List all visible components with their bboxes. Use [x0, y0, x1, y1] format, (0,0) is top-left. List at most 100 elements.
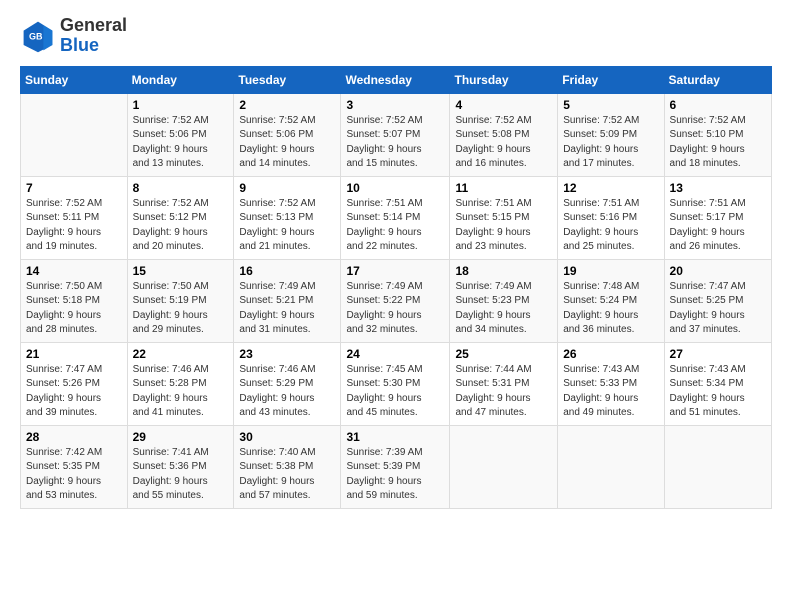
calendar-cell	[664, 425, 771, 508]
day-info: Sunrise: 7:52 AM Sunset: 5:08 PM Dayligh…	[455, 114, 552, 172]
logo: GB General Blue	[20, 16, 127, 56]
day-info: Sunrise: 7:48 AM Sunset: 5:24 PM Dayligh…	[563, 280, 658, 338]
day-number: 21	[26, 347, 122, 361]
calendar-cell: 17 Sunrise: 7:49 AM Sunset: 5:22 PM Dayli…	[341, 259, 450, 342]
day-number: 30	[239, 430, 335, 444]
day-info: Sunrise: 7:52 AM Sunset: 5:09 PM Dayligh…	[563, 114, 658, 172]
day-header-wednesday: Wednesday	[341, 66, 450, 93]
calendar-cell: 12Sunrise: 7:51 AM Sunset: 5:16 PM Dayli…	[558, 176, 664, 259]
day-number: 23	[239, 347, 335, 361]
day-number: 31	[346, 430, 444, 444]
calendar-cell: 31 Sunrise: 7:39 AM Sunset: 5:39 PM Dayli…	[341, 425, 450, 508]
day-info: Sunrise: 7:47 AM Sunset: 5:25 PM Dayligh…	[670, 280, 766, 338]
day-number: 22	[133, 347, 229, 361]
day-header-thursday: Thursday	[450, 66, 558, 93]
calendar-cell: 29 Sunrise: 7:41 AM Sunset: 5:36 PM Dayli…	[127, 425, 234, 508]
svg-text:GB: GB	[29, 31, 43, 41]
day-info: Sunrise: 7:52 AM Sunset: 5:06 PM Dayligh…	[239, 114, 335, 172]
calendar-cell	[558, 425, 664, 508]
day-number: 6	[670, 98, 766, 112]
day-header-saturday: Saturday	[664, 66, 771, 93]
header: GB General Blue	[20, 16, 772, 56]
day-number: 14	[26, 264, 122, 278]
day-info: Sunrise: 7:45 AM Sunset: 5:30 PM Dayligh…	[346, 363, 444, 421]
day-number: 18	[455, 264, 552, 278]
day-number: 15	[133, 264, 229, 278]
calendar-cell	[450, 425, 558, 508]
week-row-4: 21 Sunrise: 7:47 AM Sunset: 5:26 PM Dayli…	[21, 342, 772, 425]
week-row-5: 28Sunrise: 7:42 AM Sunset: 5:35 PM Dayli…	[21, 425, 772, 508]
day-number: 28	[26, 430, 122, 444]
day-info: Sunrise: 7:51 AM Sunset: 5:15 PM Dayligh…	[455, 197, 552, 255]
page: GB General Blue SundayMondayTuesdayWedne…	[0, 0, 792, 612]
header-row: SundayMondayTuesdayWednesdayThursdayFrid…	[21, 66, 772, 93]
day-info: Sunrise: 7:49 AM Sunset: 5:23 PM Dayligh…	[455, 280, 552, 338]
day-info: Sunrise: 7:39 AM Sunset: 5:39 PM Dayligh…	[346, 446, 444, 504]
day-header-sunday: Sunday	[21, 66, 128, 93]
day-info: Sunrise: 7:52 AM Sunset: 5:06 PM Dayligh…	[133, 114, 229, 172]
day-number: 13	[670, 181, 766, 195]
day-number: 2	[239, 98, 335, 112]
day-number: 9	[239, 181, 335, 195]
day-number: 16	[239, 264, 335, 278]
calendar-cell: 6Sunrise: 7:52 AM Sunset: 5:10 PM Daylig…	[664, 93, 771, 176]
calendar-cell: 15 Sunrise: 7:50 AM Sunset: 5:19 PM Dayli…	[127, 259, 234, 342]
calendar-cell: 20 Sunrise: 7:47 AM Sunset: 5:25 PM Dayli…	[664, 259, 771, 342]
day-number: 10	[346, 181, 444, 195]
day-number: 29	[133, 430, 229, 444]
calendar-cell: 9 Sunrise: 7:52 AM Sunset: 5:13 PM Daylig…	[234, 176, 341, 259]
day-number: 27	[670, 347, 766, 361]
day-info: Sunrise: 7:41 AM Sunset: 5:36 PM Dayligh…	[133, 446, 229, 504]
day-info: Sunrise: 7:52 AM Sunset: 5:13 PM Dayligh…	[239, 197, 335, 255]
day-info: Sunrise: 7:51 AM Sunset: 5:16 PM Dayligh…	[563, 197, 658, 255]
calendar-cell: 14 Sunrise: 7:50 AM Sunset: 5:18 PM Dayli…	[21, 259, 128, 342]
day-header-monday: Monday	[127, 66, 234, 93]
day-number: 25	[455, 347, 552, 361]
calendar-cell: 26 Sunrise: 7:43 AM Sunset: 5:33 PM Dayli…	[558, 342, 664, 425]
day-number: 26	[563, 347, 658, 361]
calendar-cell: 13Sunrise: 7:51 AM Sunset: 5:17 PM Dayli…	[664, 176, 771, 259]
day-info: Sunrise: 7:50 AM Sunset: 5:18 PM Dayligh…	[26, 280, 122, 338]
calendar-cell: 18 Sunrise: 7:49 AM Sunset: 5:23 PM Dayli…	[450, 259, 558, 342]
day-number: 24	[346, 347, 444, 361]
calendar-cell: 3 Sunrise: 7:52 AM Sunset: 5:07 PM Daylig…	[341, 93, 450, 176]
week-row-1: 1 Sunrise: 7:52 AM Sunset: 5:06 PM Daylig…	[21, 93, 772, 176]
week-row-3: 14 Sunrise: 7:50 AM Sunset: 5:18 PM Dayli…	[21, 259, 772, 342]
day-header-friday: Friday	[558, 66, 664, 93]
day-number: 19	[563, 264, 658, 278]
calendar-cell: 10 Sunrise: 7:51 AM Sunset: 5:14 PM Dayli…	[341, 176, 450, 259]
calendar-cell: 24 Sunrise: 7:45 AM Sunset: 5:30 PM Dayli…	[341, 342, 450, 425]
day-info: Sunrise: 7:43 AM Sunset: 5:34 PM Dayligh…	[670, 363, 766, 421]
day-info: Sunrise: 7:40 AM Sunset: 5:38 PM Dayligh…	[239, 446, 335, 504]
day-info: Sunrise: 7:46 AM Sunset: 5:29 PM Dayligh…	[239, 363, 335, 421]
calendar-cell: 4 Sunrise: 7:52 AM Sunset: 5:08 PM Daylig…	[450, 93, 558, 176]
calendar-cell: 1 Sunrise: 7:52 AM Sunset: 5:06 PM Daylig…	[127, 93, 234, 176]
day-info: Sunrise: 7:49 AM Sunset: 5:22 PM Dayligh…	[346, 280, 444, 338]
calendar-cell: 21 Sunrise: 7:47 AM Sunset: 5:26 PM Dayli…	[21, 342, 128, 425]
day-info: Sunrise: 7:51 AM Sunset: 5:14 PM Dayligh…	[346, 197, 444, 255]
day-number: 17	[346, 264, 444, 278]
calendar-cell: 30 Sunrise: 7:40 AM Sunset: 5:38 PM Dayli…	[234, 425, 341, 508]
calendar-cell: 2 Sunrise: 7:52 AM Sunset: 5:06 PM Daylig…	[234, 93, 341, 176]
day-number: 8	[133, 181, 229, 195]
calendar-cell: 27 Sunrise: 7:43 AM Sunset: 5:34 PM Dayli…	[664, 342, 771, 425]
day-number: 3	[346, 98, 444, 112]
day-number: 4	[455, 98, 552, 112]
day-info: Sunrise: 7:47 AM Sunset: 5:26 PM Dayligh…	[26, 363, 122, 421]
calendar-cell: 16Sunrise: 7:49 AM Sunset: 5:21 PM Dayli…	[234, 259, 341, 342]
day-info: Sunrise: 7:50 AM Sunset: 5:19 PM Dayligh…	[133, 280, 229, 338]
day-header-tuesday: Tuesday	[234, 66, 341, 93]
calendar-cell: 19 Sunrise: 7:48 AM Sunset: 5:24 PM Dayli…	[558, 259, 664, 342]
day-number: 1	[133, 98, 229, 112]
day-info: Sunrise: 7:52 AM Sunset: 5:07 PM Dayligh…	[346, 114, 444, 172]
logo-text: General Blue	[60, 16, 127, 56]
day-number: 20	[670, 264, 766, 278]
day-info: Sunrise: 7:46 AM Sunset: 5:28 PM Dayligh…	[133, 363, 229, 421]
week-row-2: 7Sunrise: 7:52 AM Sunset: 5:11 PM Daylig…	[21, 176, 772, 259]
calendar-cell: 5Sunrise: 7:52 AM Sunset: 5:09 PM Daylig…	[558, 93, 664, 176]
calendar-table: SundayMondayTuesdayWednesdayThursdayFrid…	[20, 66, 772, 509]
day-info: Sunrise: 7:52 AM Sunset: 5:12 PM Dayligh…	[133, 197, 229, 255]
day-info: Sunrise: 7:44 AM Sunset: 5:31 PM Dayligh…	[455, 363, 552, 421]
calendar-cell	[21, 93, 128, 176]
day-info: Sunrise: 7:43 AM Sunset: 5:33 PM Dayligh…	[563, 363, 658, 421]
